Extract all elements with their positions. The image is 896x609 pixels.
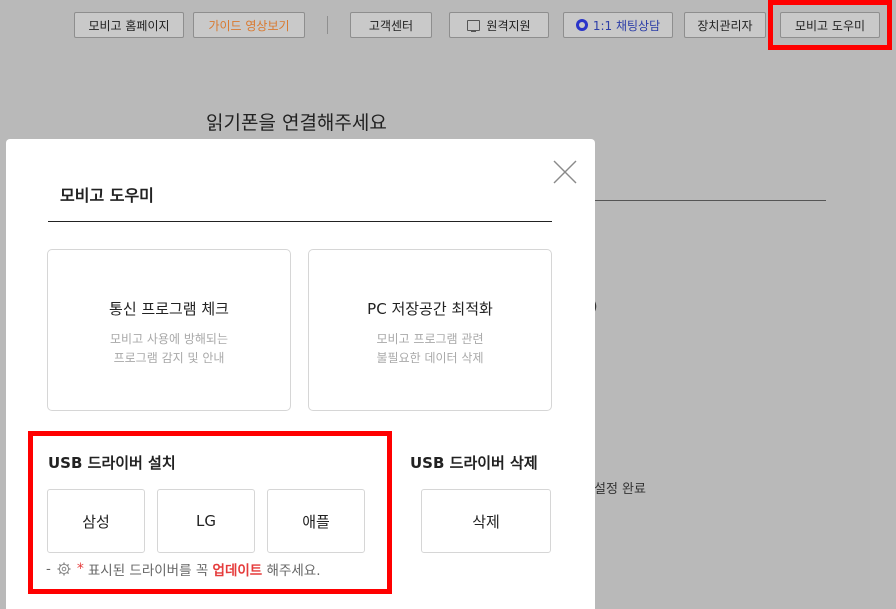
remote-support-button[interactable]: 원격지원	[449, 12, 549, 38]
notice-text-start: 표시된 드라이버를 꼭	[87, 563, 209, 579]
delete-driver-button[interactable]: 삭제	[421, 489, 551, 553]
close-icon[interactable]	[552, 159, 578, 185]
update-notice: - * 표시된 드라이버를 꼭 업데이트 해주세요.	[46, 559, 321, 579]
remote-support-label: 원격지원	[486, 18, 531, 33]
highlight-helper-button	[768, 0, 892, 50]
install-apple-button[interactable]: 애플	[267, 489, 365, 553]
notice-dash: -	[46, 561, 51, 577]
usb-install-title: USB 드라이버 설치	[48, 454, 176, 472]
support-center-button[interactable]: 고객센터	[350, 12, 432, 38]
install-samsung-button[interactable]: 삼성	[47, 489, 145, 553]
chat-icon	[575, 19, 588, 31]
guide-video-button[interactable]: 가이드 영상보기	[193, 12, 305, 38]
modal-title-divider	[48, 221, 552, 222]
card-description: 모비고 사용에 방해되는 프로그램 감지 및 안내	[109, 332, 229, 365]
background-text-complete: 설정 완료	[594, 482, 646, 497]
card-network-program-check[interactable]: 통신 프로그램 체크 모비고 사용에 방해되는 프로그램 감지 및 안내	[47, 249, 291, 411]
card-title: 통신 프로그램 체크	[109, 300, 229, 318]
homepage-button[interactable]: 모비고 홈페이지	[74, 12, 184, 38]
monitor-icon	[467, 19, 481, 32]
top-toolbar: 모비고 홈페이지 가이드 영상보기 고객센터 원격지원 1:1 채팅상담 장치관…	[0, 0, 896, 52]
modal-title: 모비고 도우미	[60, 186, 154, 205]
notice-text-end: 해주세요.	[266, 563, 321, 579]
background-divider	[590, 200, 826, 201]
install-lg-button[interactable]: LG	[157, 489, 255, 553]
chat-consult-button[interactable]: 1:1 채팅상담	[563, 12, 673, 38]
card-title: PC 저장공간 최적화	[367, 300, 493, 318]
chat-consult-label: 1:1 채팅상담	[592, 18, 661, 33]
card-pc-storage-optimize[interactable]: PC 저장공간 최적화 모비고 프로그램 관련 불필요한 데이터 삭제	[308, 249, 552, 411]
connect-phone-heading: 읽기폰을 연결해주세요	[206, 112, 387, 134]
helper-modal: 모비고 도우미 통신 프로그램 체크 모비고 사용에 방해되는 프로그램 감지 …	[6, 139, 595, 609]
card-description: 모비고 프로그램 관련 불필요한 데이터 삭제	[376, 332, 484, 365]
notice-highlight-update: 업데이트	[212, 563, 263, 579]
required-asterisk: *	[76, 561, 84, 577]
usb-delete-title: USB 드라이버 삭제	[410, 454, 538, 472]
toolbar-divider	[327, 16, 328, 34]
device-manager-button[interactable]: 장치관리자	[684, 12, 766, 38]
gear-icon	[57, 562, 71, 576]
